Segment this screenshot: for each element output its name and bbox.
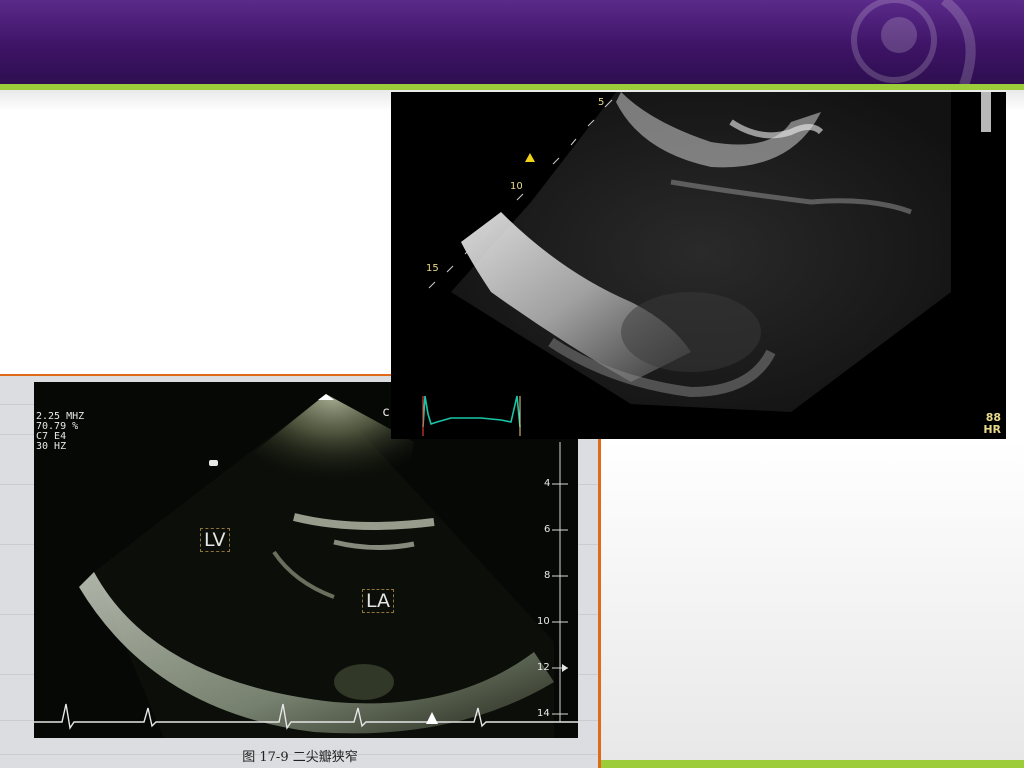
label-left-ventricle: LV (200, 528, 230, 552)
figure-caption: 图 17-9 二尖瓣狭窄 (242, 750, 358, 765)
depth-scale-10: 10 (537, 616, 550, 627)
corner-mark: c (382, 405, 390, 420)
slide-header-band (0, 0, 1024, 87)
heart-rate-readout: 88 HR (983, 412, 1001, 436)
heart-rate-label: HR (983, 423, 1001, 436)
echo-sector-scan (422, 92, 991, 436)
scan-parameters: 2.25 MHZ 70.79 % C7 E4 30 HZ (36, 412, 84, 452)
depth-scale-14: 14 (537, 708, 550, 719)
label-left-atrium: LA (362, 589, 395, 613)
depth-scale-6: 6 (544, 524, 551, 535)
scan-param-framerate: 30 HZ (36, 441, 67, 452)
depth-marker-5: 5 (598, 97, 605, 108)
depth-scale-8: 8 (544, 570, 551, 581)
depth-marker-10: 10 (510, 181, 523, 192)
background-gradient-panel (600, 440, 1024, 760)
depth-scale-12: 12 (537, 662, 550, 673)
depth-marker-15: 15 (426, 263, 439, 274)
header-decoration-swirl (851, 0, 976, 87)
depth-scale-4: 4 (544, 478, 551, 489)
echocardiogram-image: 5 10 15 88 HR (391, 92, 1006, 439)
focus-marker-icon (525, 153, 535, 162)
footer-accent-line (600, 760, 1024, 768)
